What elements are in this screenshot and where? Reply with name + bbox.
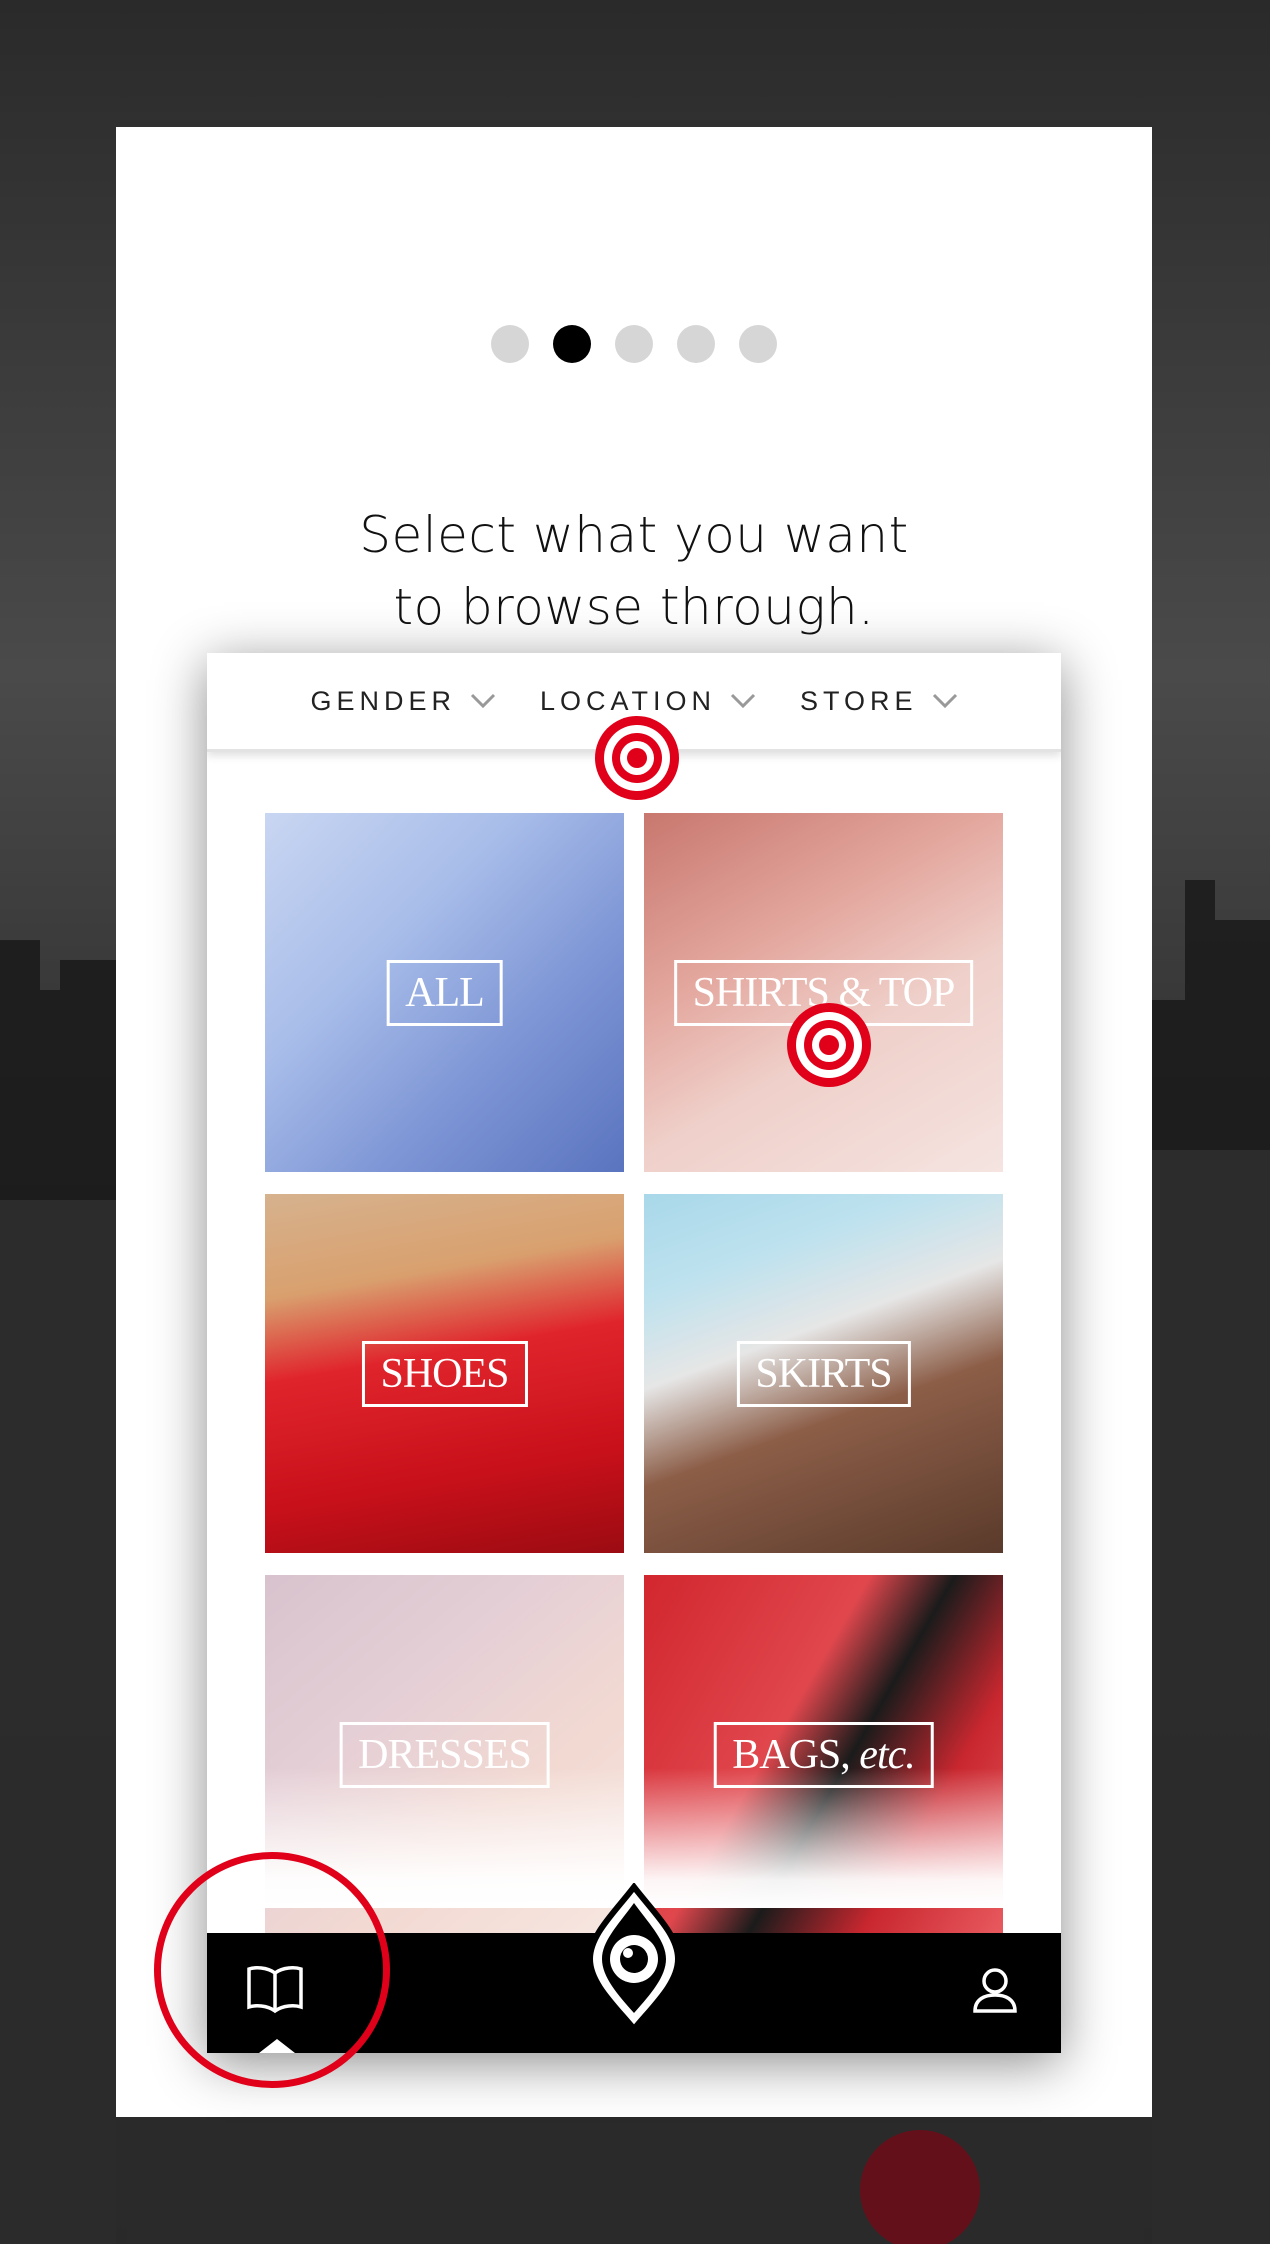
phone-mockup: GENDER LOCATION STORE ALL SHIRTS & TOP S… — [207, 653, 1061, 2053]
category-label-skirts: SKIRTS — [736, 1340, 911, 1407]
filter-gender[interactable]: GENDER — [310, 686, 496, 717]
page-dot-3[interactable] — [615, 325, 653, 363]
category-tile-skirts[interactable]: SKIRTS — [644, 1194, 1003, 1553]
tap-target-indicator — [595, 716, 679, 800]
category-label-shoes: SHOES — [361, 1340, 528, 1407]
category-label-all: ALL — [386, 959, 503, 1026]
chevron-down-icon — [730, 693, 756, 709]
category-tile-all[interactable]: ALL — [265, 813, 624, 1172]
tap-target-indicator — [787, 1003, 871, 1087]
headline-line-2: to browse through. — [393, 578, 875, 636]
page-dot-2-active[interactable] — [553, 325, 591, 363]
filter-store[interactable]: STORE — [800, 686, 958, 717]
chevron-down-icon — [932, 693, 957, 709]
onboarding-headline: Select what you want to browse through. — [116, 499, 1152, 643]
page-dot-1[interactable] — [491, 325, 529, 363]
eye-logo-icon[interactable] — [584, 1883, 684, 2033]
headline-line-1: Select what you want — [359, 506, 909, 564]
tab-highlight-circle — [154, 1852, 390, 2088]
onboarding-card: Select what you want to browse through. … — [116, 127, 1152, 2117]
category-tile-shirts-top[interactable]: SHIRTS & TOP — [644, 813, 1003, 1172]
chevron-down-icon — [470, 693, 496, 709]
page-indicator — [116, 325, 1152, 363]
filter-store-label: STORE — [800, 685, 918, 716]
category-tile-shoes[interactable]: SHOES — [265, 1194, 624, 1553]
filter-gender-label: GENDER — [310, 685, 456, 716]
filter-location-label: LOCATION — [539, 685, 716, 716]
user-icon[interactable] — [971, 1965, 1019, 2015]
filter-location[interactable]: LOCATION — [540, 686, 756, 717]
page-dot-5[interactable] — [739, 325, 777, 363]
page-dot-4[interactable] — [677, 325, 715, 363]
